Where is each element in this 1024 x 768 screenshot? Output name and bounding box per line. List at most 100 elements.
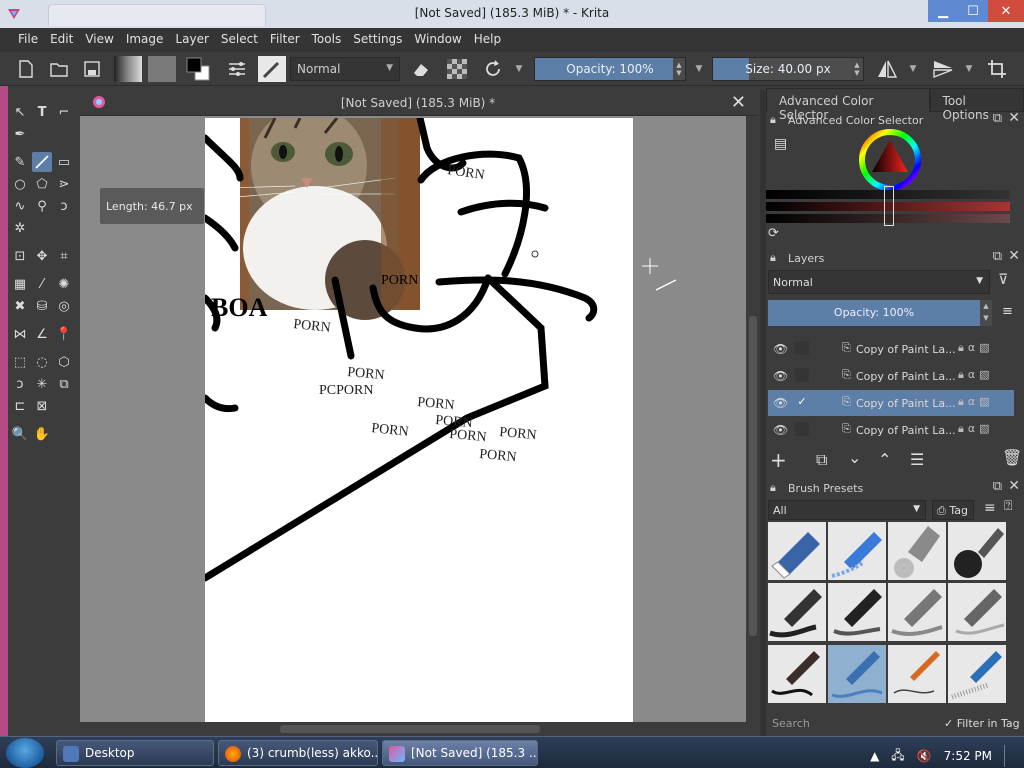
brush-preset-marker[interactable] [828,522,886,580]
color-bar-handle[interactable] [884,186,894,226]
layer-flags-icon[interactable]: 🔒︎α▧ [958,422,994,436]
close-document-icon[interactable]: ✕ [731,92,746,113]
similar-select-icon[interactable]: ⧉ [54,374,74,394]
assistant-tool-icon[interactable]: ⋈ [10,324,30,344]
layer-checkbox[interactable] [795,368,809,382]
text-tool-icon[interactable]: T [32,102,52,122]
vertical-scrollbar[interactable] [746,116,760,722]
layer-menu-icon[interactable]: ≡ [1002,304,1013,319]
layer-checkbox[interactable] [795,341,809,355]
start-button[interactable] [6,738,44,768]
close-docker-icon[interactable]: ✕ [1008,478,1020,494]
opacity-spinner[interactable]: ▲ ▼ [673,58,685,80]
delete-layer-icon[interactable]: 🗑 [1002,448,1022,467]
brush-preset-pencil-light[interactable] [948,583,1006,642]
chevron-down-icon[interactable]: ▼ [512,56,526,82]
brush-preset-blue-pencil[interactable] [948,644,1006,703]
blend-mode-select[interactable]: Normal ▼ [290,57,400,81]
reload-preset-icon[interactable] [480,56,506,82]
size-slider[interactable]: Size: 40.00 px ▲ ▼ [712,57,864,81]
menu-window[interactable]: Window [408,28,467,52]
freehand-brush-icon[interactable]: ✎ [10,152,30,172]
menu-filter[interactable]: Filter [264,28,306,52]
pan-tool-icon[interactable]: ✋ [32,424,52,444]
brush-preset-pencil-grey[interactable] [888,583,946,642]
brush-preset-pencil-dark[interactable] [768,583,826,642]
volume-muted-icon[interactable]: 🔇 [917,749,932,763]
chevron-down-icon[interactable]: ▼ [692,56,706,82]
chevron-down-icon[interactable]: ▼ [906,56,920,82]
menu-select[interactable]: Select [215,28,264,52]
layer-checkbox[interactable] [795,422,809,436]
pattern-preset-icon[interactable] [148,56,176,82]
tray-expand-icon[interactable]: ▲ [870,749,879,763]
brush-preset-orange-brush[interactable] [888,644,946,703]
rectangle-tool-icon[interactable]: ▭ [54,152,74,172]
move-layer-up-icon[interactable]: ⌃ [878,450,891,469]
scrollbar-thumb[interactable] [749,316,757,636]
clock[interactable]: 7:52 PM [944,749,992,763]
edit-shapes-icon[interactable]: ⌐ [54,102,74,122]
fill-tool-icon[interactable]: ⛁ [32,296,52,316]
brush-preset-pencil-black[interactable] [828,583,886,642]
freehand-select-icon[interactable]: ↄ [10,374,30,394]
new-document-icon[interactable] [14,56,38,82]
alpha-lock-icon[interactable] [444,56,470,82]
brush-preset-eraser[interactable] [768,522,826,580]
eye-icon[interactable]: 👁 [773,396,788,410]
smart-patch-icon[interactable]: ✺ [54,274,74,294]
menu-file[interactable]: File [12,28,44,52]
eye-icon[interactable]: 👁 [773,423,788,437]
layer-blend-select[interactable]: Normal ▼ [768,270,990,294]
network-icon[interactable]: 🖧 [891,746,904,767]
dynamic-brush-icon[interactable]: ⚲ [32,196,52,216]
brush-preset-selected[interactable] [828,644,886,703]
reference-image-icon[interactable]: 📍 [54,324,74,344]
brush-preset-ink-pen[interactable] [948,522,1006,580]
duplicate-layer-icon[interactable]: ⧉ [816,450,827,470]
maximize-button[interactable]: ☐ [958,0,988,22]
mirror-horizontal-icon[interactable] [874,56,900,82]
float-docker-icon[interactable]: ⧉ [993,111,1002,126]
tab-tool-options[interactable]: Tool Options [929,88,1024,122]
brush-preset-icon[interactable] [258,56,286,82]
taskbar-desktop[interactable]: Desktop [56,740,214,766]
magnetic-select-icon[interactable]: ⊠ [32,396,52,416]
float-docker-icon[interactable]: ⧉ [993,249,1002,264]
crop-icon[interactable] [984,56,1010,82]
mirror-vertical-icon[interactable] [930,56,956,82]
layer-flags-icon[interactable]: 🔒︎α▧ [958,368,994,382]
brush-preset-airbrush[interactable] [888,522,946,580]
menu-help[interactable]: Help [468,28,507,52]
show-desktop-button[interactable] [1004,745,1016,767]
brush-tag-select[interactable]: All ▼ [768,500,926,520]
multibrush-icon[interactable]: ✲ [10,218,30,238]
layer-opacity-spinner[interactable]: ▲ ▼ [980,300,992,326]
rect-select-icon[interactable]: ⬚ [10,352,30,372]
size-spinner[interactable]: ▲ ▼ [851,58,863,80]
chevron-down-icon[interactable]: ▼ [962,56,976,82]
layer-checkbox-checked[interactable]: ✓ [795,395,809,409]
scrollbar-thumb[interactable] [280,725,540,733]
brush-view-menu-icon[interactable]: ≡ [984,500,996,516]
transform-tool-icon[interactable]: ⊡ [10,246,30,266]
ellipse-select-icon[interactable]: ◌ [32,352,52,372]
close-window-button[interactable]: ✕ [988,0,1024,22]
tag-button[interactable]: ⎙ Tag [932,500,974,520]
menu-settings[interactable]: Settings [347,28,408,52]
lock-icon[interactable]: 🔒︎ [770,481,776,495]
opacity-slider[interactable]: Opacity: 100% ▲ ▼ [534,57,686,81]
layer-row[interactable]: 👁 ⎘ Copy of Paint La... 🔒︎α▧ [768,336,1014,362]
calligraphy-icon[interactable]: ✒ [10,124,30,144]
tab-advanced-color-selector[interactable]: Advanced Color Selector [766,88,930,122]
close-docker-icon[interactable]: ✕ [1008,110,1020,126]
eraser-icon[interactable] [408,56,434,82]
open-document-icon[interactable] [46,56,72,82]
gradient-preset-icon[interactable] [114,56,142,82]
polyline-tool-icon[interactable]: ⋗ [54,174,74,194]
freehand-path-icon[interactable]: ɔ [54,196,74,216]
layer-opacity-slider[interactable]: Opacity: 100% [768,300,980,326]
brush-preset-fine-pen[interactable] [768,644,826,703]
brush-info-icon[interactable]: ⍰ [1004,498,1012,514]
zoom-tool-icon[interactable]: 🔍 [10,424,30,444]
